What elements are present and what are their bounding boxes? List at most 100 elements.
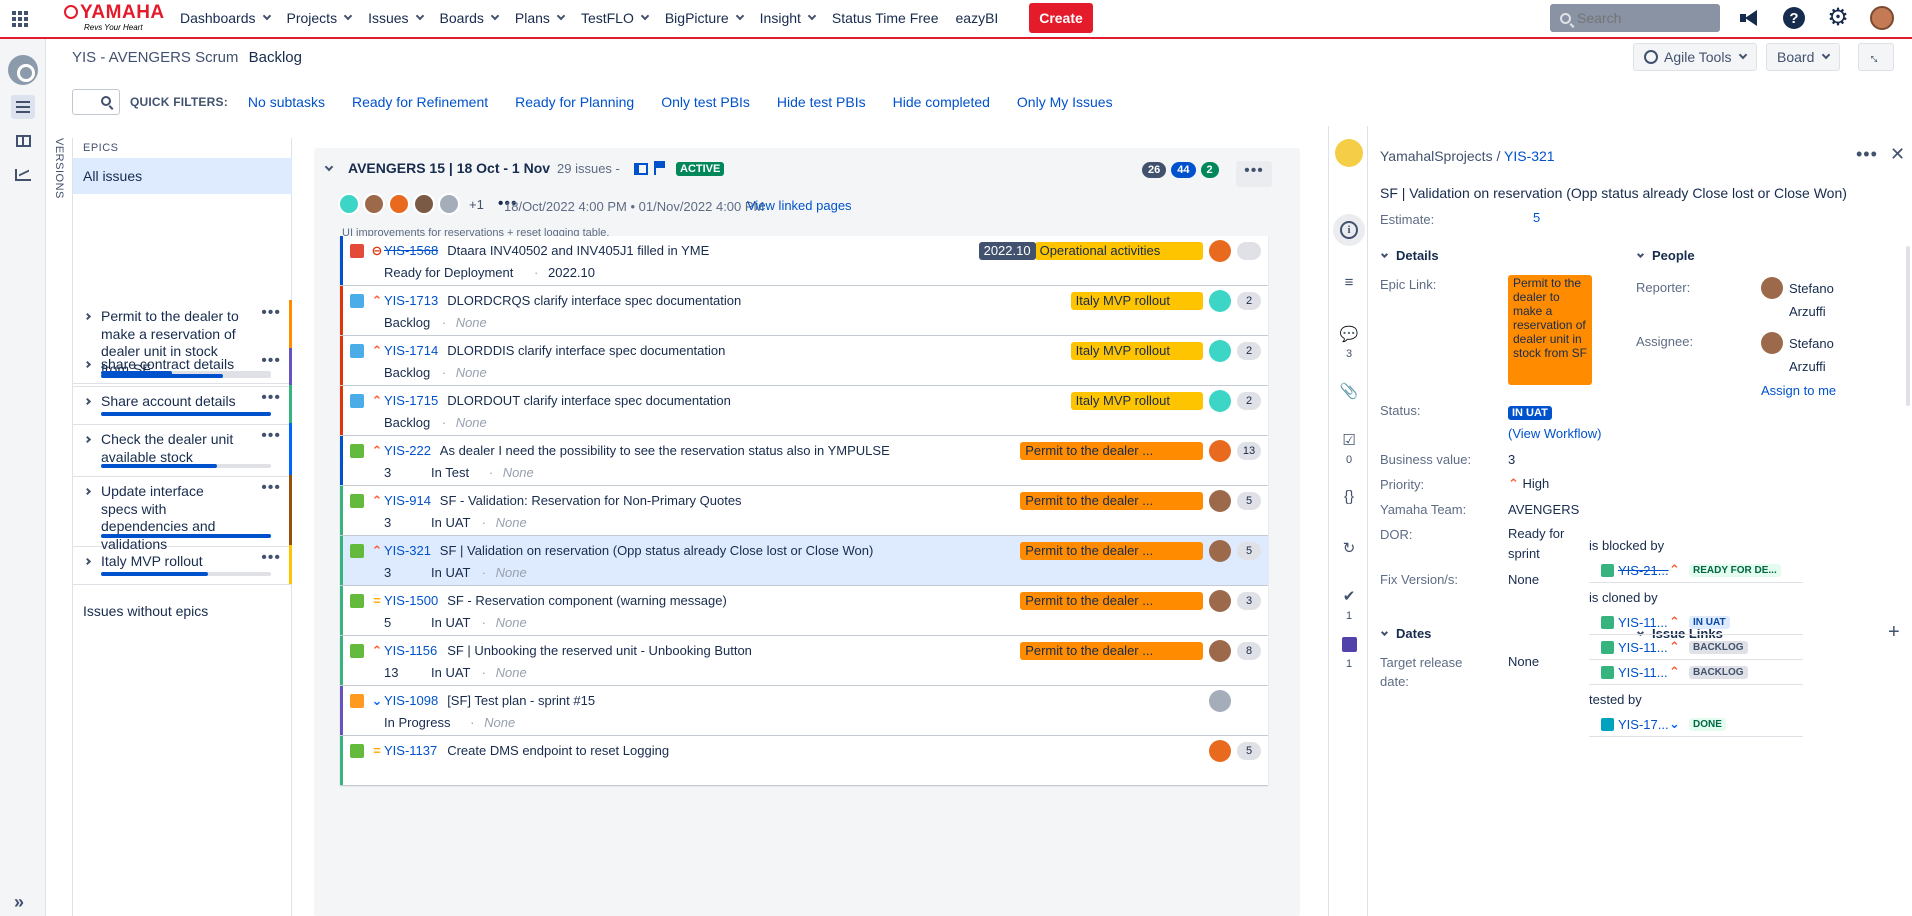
linked-issue-row[interactable]: YIS-11... ⌃ IN UAT xyxy=(1589,610,1803,635)
flag-icon[interactable] xyxy=(654,161,666,175)
gear-icon[interactable]: ⚙ xyxy=(1826,6,1850,30)
target-release-value[interactable]: None xyxy=(1508,654,1539,669)
agile-tools-button[interactable]: Agile Tools xyxy=(1633,43,1758,71)
avatar[interactable] xyxy=(1209,740,1231,762)
issue-card[interactable]: = YIS-1500 SF - Reservation component (war… xyxy=(340,586,1268,635)
issue-card[interactable]: ⌃ YIS-1156 SF | Unbooking the reserved uni… xyxy=(340,636,1268,685)
linked-issue-row[interactable]: YIS-11... ⌃ BACKLOG xyxy=(1589,660,1803,685)
avatar[interactable] xyxy=(1209,690,1231,712)
code-icon[interactable]: {} xyxy=(1339,486,1359,506)
quick-filter-hide-completed[interactable]: Hide completed xyxy=(893,94,990,110)
dor-value[interactable]: Ready for sprint xyxy=(1508,524,1578,564)
avatar[interactable] xyxy=(1209,490,1231,512)
avatar[interactable] xyxy=(1209,290,1231,312)
epic-lozenge[interactable]: Italy MVP rollout xyxy=(1070,342,1203,360)
nav-projects[interactable]: Projects xyxy=(287,10,353,26)
chevron-right-icon[interactable] xyxy=(83,312,92,321)
fix-version-value[interactable]: None xyxy=(1508,572,1539,587)
linked-issue-key[interactable]: YIS-11... xyxy=(1618,665,1668,680)
more-members[interactable]: +1 xyxy=(469,197,484,212)
issue-card[interactable]: ⌃ YIS-1714 DLORDDIS clarify interface spec… xyxy=(340,336,1268,385)
issue-key[interactable]: YIS-222 xyxy=(384,443,431,458)
issue-key[interactable]: YIS-1713 xyxy=(384,293,438,308)
dates-section-toggle[interactable]: Dates xyxy=(1380,626,1431,641)
epic-more-icon[interactable]: ••• xyxy=(261,352,281,370)
comment-icon[interactable]: 💬 xyxy=(1339,324,1359,344)
chevron-right-icon[interactable] xyxy=(83,397,92,406)
board-button[interactable]: Board xyxy=(1766,43,1841,71)
fullscreen-button[interactable]: ↔ xyxy=(1858,43,1894,71)
avatar[interactable] xyxy=(1209,240,1231,262)
quick-filter-ready-for-planning[interactable]: Ready for Planning xyxy=(515,94,634,110)
issue-card[interactable]: = YIS-1137 Create DMS endpoint to reset Lo… xyxy=(340,736,1268,785)
more-actions-icon[interactable]: ••• xyxy=(1856,144,1878,165)
epic-lozenge[interactable]: Italy MVP rollout xyxy=(1070,392,1203,410)
nav-boards[interactable]: Boards xyxy=(440,10,500,26)
backlog-icon[interactable] xyxy=(11,95,35,119)
issue-key[interactable]: YIS-1715 xyxy=(384,393,438,408)
priority-value[interactable]: ⌃ High xyxy=(1508,476,1549,492)
epic-item[interactable]: Update interface specs with dependencies… xyxy=(73,475,293,552)
nav-plans[interactable]: Plans xyxy=(515,10,566,26)
create-button[interactable]: Create xyxy=(1029,3,1093,33)
epic-more-icon[interactable]: ••• xyxy=(261,479,281,497)
avatar[interactable] xyxy=(1209,340,1231,362)
issue-card[interactable]: ⌃ YIS-1713 DLORDCRQS clarify interface spe… xyxy=(340,286,1268,335)
sync-icon[interactable]: ↻ xyxy=(1339,538,1359,558)
linked-issue-row[interactable]: YIS-11... ⌃ BACKLOG xyxy=(1589,635,1803,660)
yamaha-logo[interactable]: YAMAHA Revs Your Heart xyxy=(62,3,164,35)
nav-dashboards[interactable]: Dashboards xyxy=(180,10,271,26)
chevron-right-icon[interactable] xyxy=(83,435,92,444)
assign-to-me-link[interactable]: Assign to me xyxy=(1761,383,1836,398)
scrollbar[interactable] xyxy=(1906,246,1910,406)
versions-tab[interactable]: VERSIONS xyxy=(51,138,69,199)
avatar[interactable] xyxy=(1209,640,1231,662)
quick-filter-only-my-issues[interactable]: Only My Issues xyxy=(1017,94,1113,110)
version-lozenge[interactable]: 2022.10 xyxy=(978,242,1036,260)
nav-testflo[interactable]: TestFLO xyxy=(581,10,650,26)
issue-card[interactable]: ⌄ YIS-1098 [SF] Test plan - sprint #15 In P… xyxy=(340,686,1268,735)
issue-key[interactable]: YIS-1500 xyxy=(384,593,438,608)
linked-issue-row[interactable]: YIS-21... ⌃ READY FOR DE... xyxy=(1589,558,1803,583)
issue-card[interactable]: ⌃ YIS-321 SF | Validation on reservation (… xyxy=(340,536,1268,585)
chevron-right-icon[interactable] xyxy=(83,360,92,369)
view-workflow-link[interactable]: (View Workflow) xyxy=(1508,426,1601,441)
avatar[interactable] xyxy=(1209,440,1231,462)
avatar[interactable] xyxy=(1209,540,1231,562)
subtasks-icon[interactable]: ☑ xyxy=(1339,430,1359,450)
epic-more-icon[interactable]: ••• xyxy=(261,389,281,407)
attachment-icon[interactable]: 📎 xyxy=(1339,381,1359,401)
linked-issue-key[interactable]: YIS-11... xyxy=(1618,615,1668,630)
chevron-down-icon[interactable] xyxy=(324,162,334,172)
description-icon[interactable]: ≡ xyxy=(1339,272,1359,292)
issue-key[interactable]: YIS-1098 xyxy=(384,693,438,708)
issue-key[interactable]: YIS-1137 xyxy=(384,743,437,758)
issue-card[interactable]: ⊖ YIS-1568 Dtaara INV40502 and INV405J1 fi… xyxy=(340,236,1268,285)
issue-key[interactable]: YIS-1714 xyxy=(384,343,438,358)
linked-issue-key[interactable]: YIS-21... xyxy=(1618,563,1669,578)
issue-card[interactable]: ⌃ YIS-1715 DLORDOUT clarify interface spec… xyxy=(340,386,1268,435)
nav-eazybi[interactable]: eazyBI xyxy=(956,10,999,26)
backlog-search-input[interactable] xyxy=(72,89,120,115)
epic-item[interactable]: Italy MVP rollout ••• xyxy=(73,545,293,585)
issue-key[interactable]: YIS-321 xyxy=(384,543,431,558)
nav-insight[interactable]: Insight xyxy=(760,10,817,26)
people-section-toggle[interactable]: People xyxy=(1636,248,1695,263)
expand-sidebar-icon[interactable]: » xyxy=(14,892,24,913)
issue-key-link[interactable]: YIS-321 xyxy=(1504,148,1555,164)
issue-key[interactable]: YIS-1568 xyxy=(384,243,438,258)
board-icon[interactable] xyxy=(11,129,35,153)
issue-card[interactable]: ⌃ YIS-914 SF - Validation: Reservation for… xyxy=(340,486,1268,535)
avatar[interactable] xyxy=(413,193,435,215)
reports-icon[interactable] xyxy=(11,163,35,187)
nav-status-time-free[interactable]: Status Time Free xyxy=(832,10,939,26)
issue-title[interactable]: SF | Validation on reservation (Opp stat… xyxy=(1380,185,1880,201)
sprint-more-button[interactable]: ••• xyxy=(1236,161,1272,187)
nav-issues[interactable]: Issues xyxy=(368,10,424,26)
quick-filter-no-subtasks[interactable]: No subtasks xyxy=(248,94,325,110)
epic-lozenge[interactable]: Operational activities xyxy=(1034,242,1203,260)
linked-issue-row[interactable]: YIS-17... ⌄ DONE xyxy=(1589,712,1803,737)
checklist-icon[interactable]: ✔ xyxy=(1339,586,1359,606)
issue-card[interactable]: ⌃ YIS-222 As dealer I need the possibility… xyxy=(340,436,1268,485)
avatar[interactable] xyxy=(1209,390,1231,412)
